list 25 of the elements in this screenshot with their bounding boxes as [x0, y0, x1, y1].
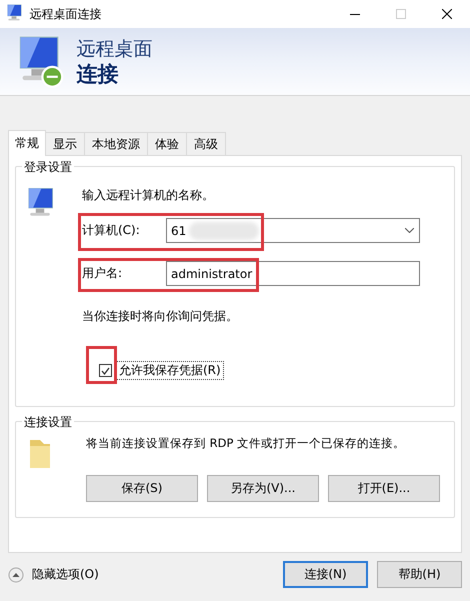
hide-options-link[interactable]: 隐藏选项(O) [32, 566, 283, 583]
dialog-button[interactable]: 帮助(H) [377, 561, 462, 588]
chevron-down-icon [405, 228, 414, 233]
close-icon[interactable] [442, 9, 452, 19]
highlight-frame [86, 346, 117, 384]
header-title: 连接 [76, 60, 120, 86]
tab[interactable]: 高级 [186, 132, 226, 156]
window-title: 远程桌面连接 [30, 6, 103, 22]
credentials-note: 当你连接时将向你询问凭据。 [82, 308, 239, 325]
username-field[interactable]: administrator [166, 261, 420, 286]
computer-combobox[interactable]: 61 [166, 218, 420, 243]
username-label: 用户名: [82, 265, 124, 282]
save-credentials-label[interactable]: 允许我保存凭据(R) [116, 361, 224, 380]
computer-label: 计算机(C): [82, 222, 141, 239]
group-title: 连接设置 [22, 414, 74, 431]
dialog-button[interactable]: 连接(N) [283, 561, 368, 588]
prompt-text: 输入远程计算机的名称。 [82, 187, 215, 204]
collapse-icon [8, 566, 24, 582]
tab[interactable]: 常规 [8, 130, 46, 156]
header-subtitle: 远程桌面 [76, 36, 152, 60]
connection-description: 将当前连接设置保存到 RDP 文件或打开一个已保存的连接。 [86, 436, 406, 451]
file-button[interactable]: 另存为(V)... [207, 475, 319, 502]
file-button[interactable]: 保存(S) [86, 475, 198, 502]
save-credentials-checkbox[interactable] [99, 364, 112, 377]
file-button[interactable]: 打开(E)... [328, 475, 440, 502]
